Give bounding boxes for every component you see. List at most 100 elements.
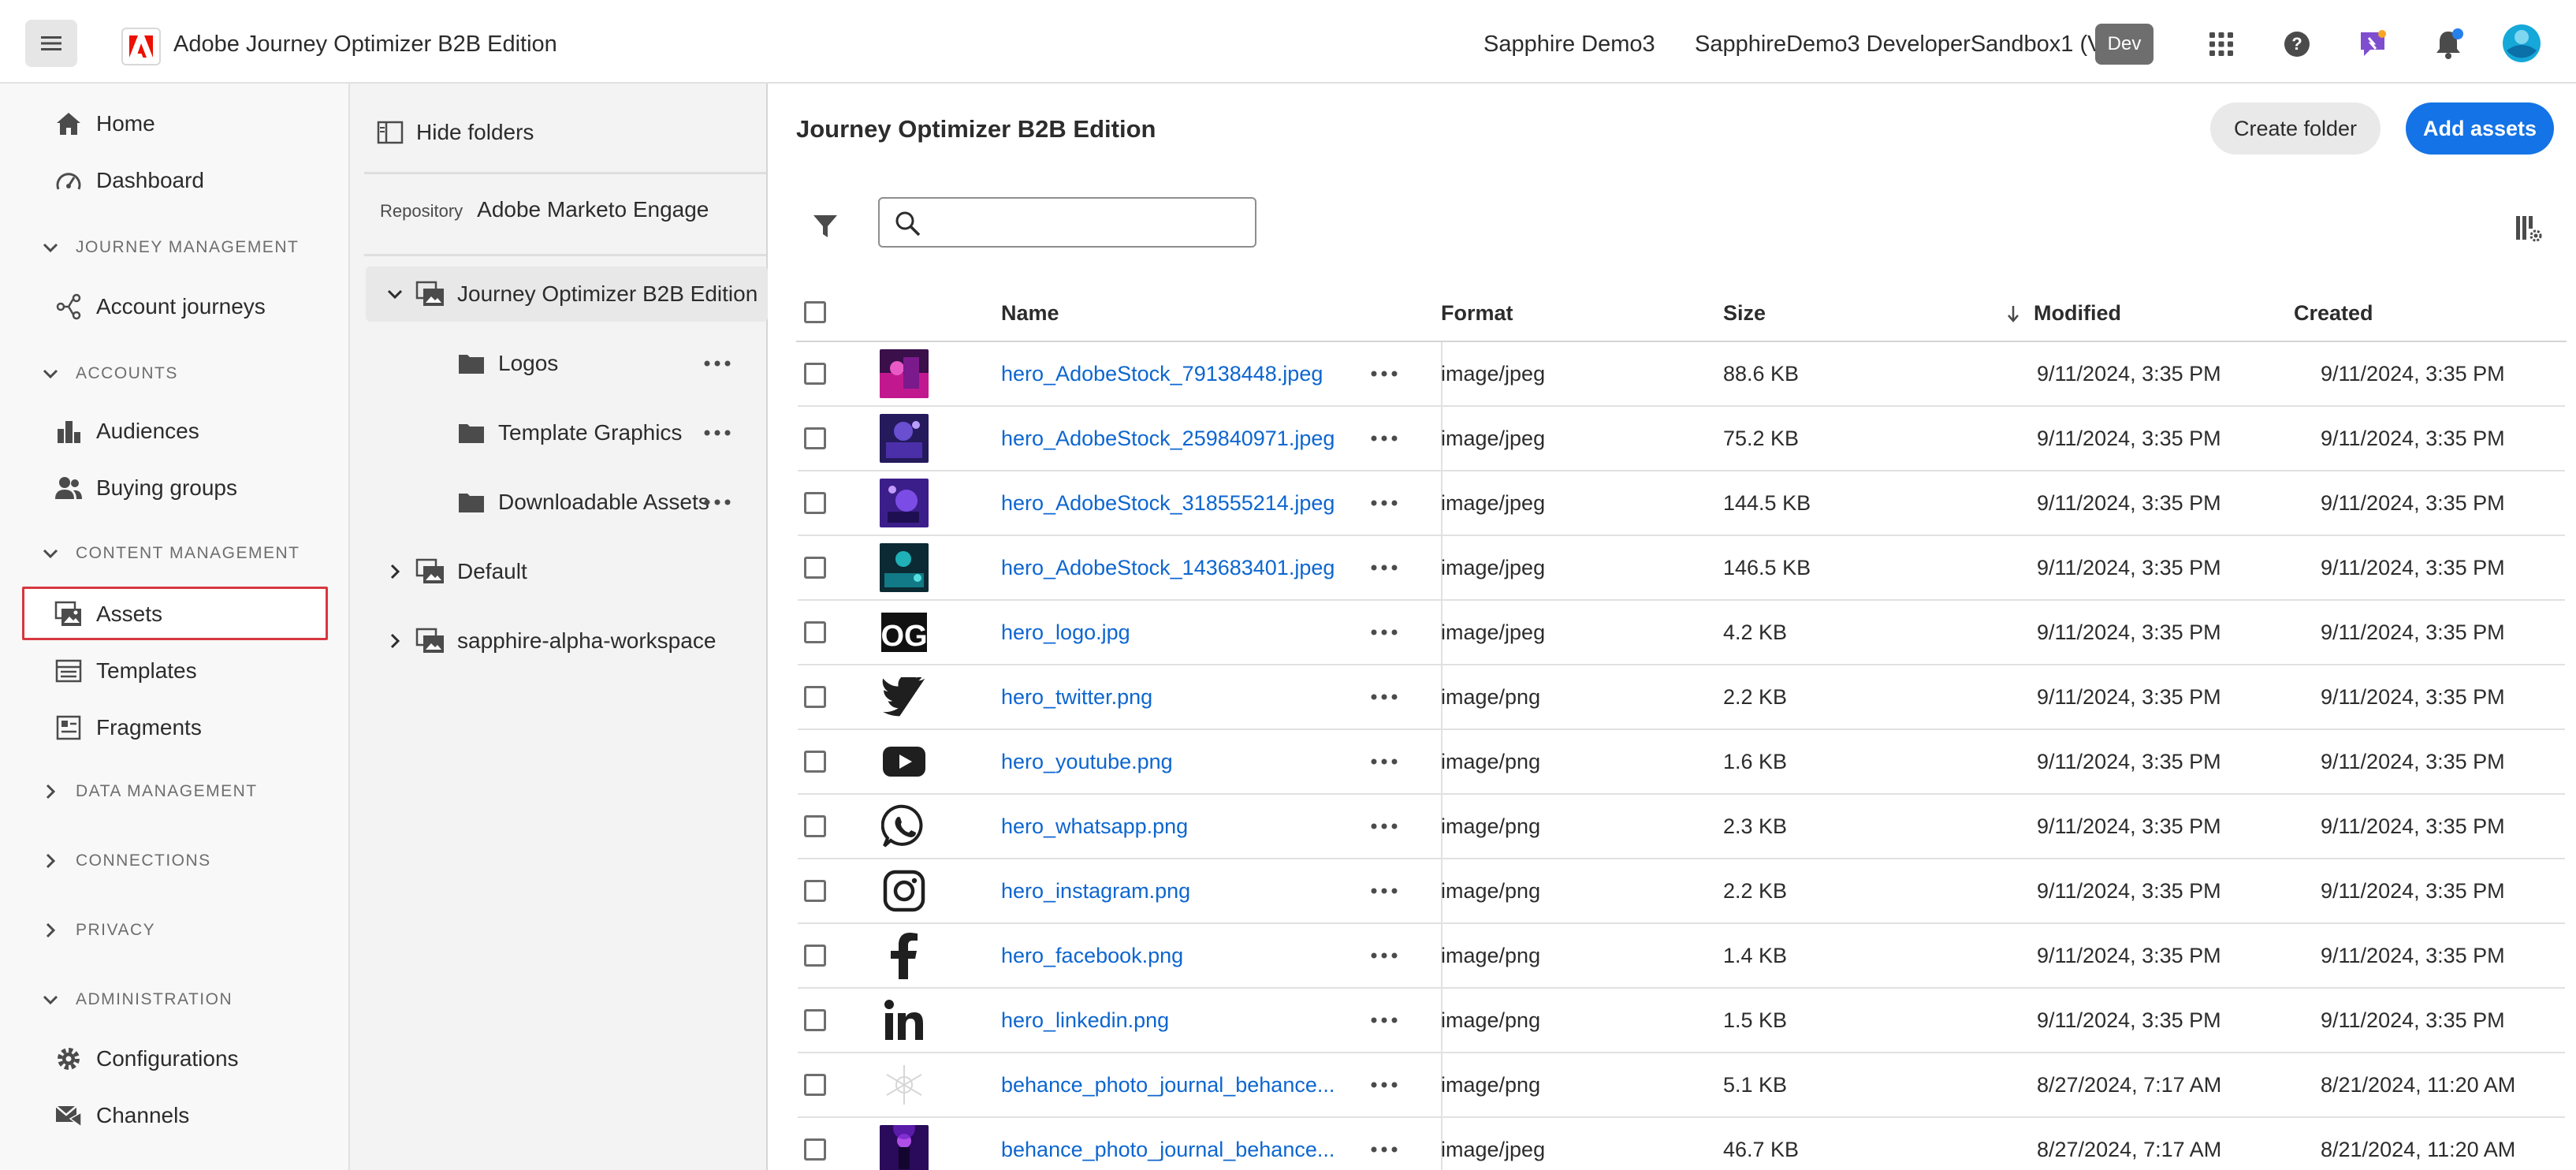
table-row[interactable]: hero_AdobeStock_143683401.jpeg image/jpeg… [798,536,2565,601]
nav-fragments[interactable]: Fragments [54,708,202,747]
repository-selector[interactable]: Repository Adobe Marketo Engage [380,197,709,222]
more-icon[interactable] [702,490,733,514]
nav-account-journeys[interactable]: Account journeys [54,287,266,326]
asset-thumbnail[interactable] [880,859,929,922]
asset-name-link[interactable]: hero_logo.jpg [1001,601,1130,664]
asset-thumbnail[interactable] [880,1053,929,1116]
menu-icon[interactable] [25,20,77,67]
row-checkbox[interactable] [804,730,826,793]
more-icon[interactable] [1368,989,1400,1052]
asset-thumbnail[interactable] [880,471,929,535]
more-icon[interactable] [1368,924,1400,987]
asset-name-link[interactable]: hero_youtube.png [1001,730,1173,793]
table-row[interactable]: hero_AdobeStock_318555214.jpeg image/jpeg… [798,471,2565,536]
more-icon[interactable] [702,352,733,375]
nav-configurations[interactable]: Configurations [54,1039,239,1079]
row-checkbox[interactable] [804,342,826,405]
more-icon[interactable] [1368,536,1400,599]
asset-thumbnail[interactable] [880,342,929,405]
chevron-right-icon[interactable] [383,633,407,649]
row-checkbox[interactable] [804,665,826,728]
table-row[interactable]: hero_AdobeStock_259840971.jpeg image/jpeg… [798,407,2565,471]
more-icon[interactable] [702,421,733,445]
asset-name-link[interactable]: behance_photo_journal_behance... [1001,1118,1335,1170]
row-checkbox[interactable] [804,1118,826,1170]
nav-section-journey-management[interactable]: JOURNEY MANAGEMENT [39,232,299,263]
create-folder-button[interactable]: Create folder [2210,102,2381,155]
asset-thumbnail[interactable] [880,989,929,1052]
row-checkbox[interactable] [804,859,826,922]
add-assets-button[interactable]: Add assets [2406,102,2554,155]
nav-section-administration[interactable]: ADMINISTRATION [39,984,233,1015]
nav-audiences[interactable]: Audiences [54,412,199,451]
more-icon[interactable] [1368,407,1400,470]
asset-name-link[interactable]: hero_AdobeStock_143683401.jpeg [1001,536,1335,599]
row-checkbox[interactable] [804,1053,826,1116]
search-input[interactable] [933,205,1249,240]
nav-section-content-management[interactable]: CONTENT MANAGEMENT [39,538,300,569]
more-icon[interactable] [1368,601,1400,664]
more-icon[interactable] [1368,342,1400,405]
adobe-logo[interactable] [121,28,161,65]
column-header-created[interactable]: Created [2294,301,2373,326]
column-header-format[interactable]: Format [1441,301,1513,326]
asset-name-link[interactable]: hero_linkedin.png [1001,989,1169,1052]
column-header-name[interactable]: Name [1001,301,1059,326]
asset-thumbnail[interactable] [880,407,929,470]
tree-node-default[interactable]: Default [383,552,527,591]
tree-node-sapphire-alpha-workspace[interactable]: sapphire-alpha-workspace [383,621,716,661]
asset-thumbnail[interactable] [880,536,929,599]
nav-section-data-management[interactable]: DATA MANAGEMENT [39,776,258,807]
more-icon[interactable] [1368,1053,1400,1116]
nav-dashboard[interactable]: Dashboard [54,161,204,200]
table-row[interactable]: OG hero_logo.jpg image/jpeg 4.2 KB 9/11/2024… [798,601,2565,665]
row-checkbox[interactable] [804,471,826,535]
chevron-right-icon[interactable] [383,564,407,579]
table-row[interactable]: hero_twitter.png image/png 2.2 KB 9/11/2024… [798,665,2565,730]
table-row[interactable]: behance_photo_journal_behance... image/jp… [798,1118,2565,1170]
table-row[interactable]: hero_whatsapp.png image/png 2.3 KB 9/11/202… [798,795,2565,859]
asset-name-link[interactable]: hero_instagram.png [1001,859,1190,922]
row-checkbox[interactable] [804,795,826,858]
more-icon[interactable] [1368,471,1400,535]
asset-name-link[interactable]: behance_photo_journal_behance... [1001,1053,1335,1116]
row-checkbox[interactable] [804,536,826,599]
notifications-icon[interactable] [2433,28,2464,60]
hide-folders-button[interactable]: Hide folders [377,120,534,145]
select-all-checkbox[interactable] [804,301,826,323]
asset-thumbnail[interactable] [880,1118,929,1170]
more-icon[interactable] [1368,795,1400,858]
column-header-modified[interactable]: Modified [2007,301,2121,326]
nav-assets[interactable]: Assets [54,594,162,634]
asset-thumbnail[interactable] [880,665,929,728]
column-header-size[interactable]: Size [1723,301,1766,326]
sandbox-switcher[interactable]: SapphireDemo3 DeveloperSandbox1 (VA7) [1695,32,2136,58]
table-row[interactable]: behance_photo_journal_behance... image/pn… [798,1053,2565,1118]
nav-section-connections[interactable]: CONNECTIONS [39,845,211,877]
row-checkbox[interactable] [804,601,826,664]
apps-grid-icon[interactable] [2206,28,2237,60]
column-settings-icon[interactable] [2513,213,2544,244]
search-field[interactable] [878,197,1256,248]
table-row[interactable]: hero_instagram.png image/png 2.2 KB 9/11/20… [798,859,2565,924]
tree-node-root[interactable]: Journey Optimizer B2B Edition [383,274,758,314]
asset-thumbnail[interactable] [880,730,929,793]
asset-name-link[interactable]: hero_AdobeStock_79138448.jpeg [1001,342,1323,405]
nav-buying-groups[interactable]: Buying groups [54,468,237,508]
more-icon[interactable] [1368,665,1400,728]
feedback-icon[interactable] [2357,28,2388,60]
nav-home[interactable]: Home [54,104,155,143]
tree-node-logos[interactable]: Logos [456,344,558,383]
table-row[interactable]: hero_facebook.png image/png 1.4 KB 9/11/202… [798,924,2565,989]
nav-section-accounts[interactable]: ACCOUNTS [39,358,178,389]
asset-thumbnail[interactable]: OG [880,601,929,664]
asset-name-link[interactable]: hero_facebook.png [1001,924,1183,987]
asset-thumbnail[interactable] [880,924,929,987]
asset-name-link[interactable]: hero_AdobeStock_259840971.jpeg [1001,407,1335,470]
asset-name-link[interactable]: hero_twitter.png [1001,665,1152,728]
asset-name-link[interactable]: hero_AdobeStock_318555214.jpeg [1001,471,1335,535]
asset-name-link[interactable]: hero_whatsapp.png [1001,795,1188,858]
row-checkbox[interactable] [804,407,826,470]
asset-thumbnail[interactable] [880,795,929,858]
tree-node-downloadable-assets[interactable]: Downloadable Assets [456,483,709,522]
